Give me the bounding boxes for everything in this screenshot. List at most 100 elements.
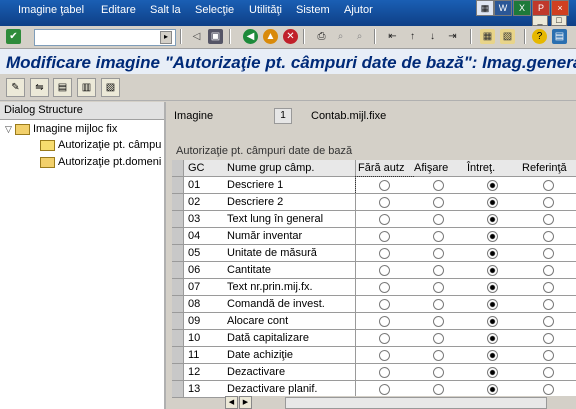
radio-button[interactable] [378,383,390,395]
radio-button[interactable] [433,247,444,259]
radio-button[interactable] [487,264,498,276]
radio-button[interactable] [378,213,390,225]
word-icon[interactable]: W [494,0,512,16]
radio-button[interactable] [433,196,444,208]
radio-button[interactable] [487,196,498,208]
radio-button[interactable] [378,315,390,327]
last-page-icon[interactable]: ⇥ [445,29,460,44]
row-select-button[interactable] [172,245,184,262]
display-change-icon[interactable]: ✎ [6,78,25,97]
row-select-button[interactable] [172,262,184,279]
radio-button[interactable] [542,281,554,293]
radio-button[interactable] [542,179,554,191]
radio-button[interactable] [378,264,390,276]
tree-node-root[interactable]: ▽ Imagine mijloc fix [5,123,117,135]
radio-button[interactable] [487,383,498,395]
radio-button[interactable] [542,315,554,327]
back-icon[interactable]: ◀ [243,29,258,44]
tree-node-autorizatie-campuri[interactable]: Autorizaţie pt. câmpu [40,139,161,151]
row-select-button[interactable] [172,296,184,313]
tree-node-autorizatie-domenii[interactable]: Autorizaţie pt.domeni [40,156,161,168]
radio-button[interactable] [433,264,444,276]
radio-button[interactable] [433,366,444,378]
radio-button[interactable] [378,196,390,208]
command-history-button[interactable]: ▸ [160,31,172,44]
back-arrow-icon[interactable]: ◁ [189,29,204,44]
minimize-icon[interactable]: _ [532,15,548,26]
close-window-icon[interactable]: × [551,0,569,16]
radio-button[interactable] [542,247,554,259]
row-select-button[interactable] [172,381,184,398]
row-select-button[interactable] [172,211,184,228]
radio-button[interactable] [487,213,498,225]
radio-button[interactable] [378,349,390,361]
radio-button[interactable] [378,332,390,344]
radio-button[interactable] [378,298,390,310]
row-select-button[interactable] [172,279,184,296]
deselect-all-icon[interactable]: ▧ [101,78,120,97]
scroll-thumb[interactable] [285,397,547,409]
radio-button[interactable] [487,179,498,191]
radio-button[interactable] [542,230,554,242]
excel-icon[interactable]: X [513,0,531,16]
col-header-fara-autz[interactable]: Fără autz [356,160,414,177]
collapse-icon[interactable]: ▽ [5,124,12,134]
radio-button[interactable] [433,298,444,310]
select-all-icon[interactable]: ▤ [53,78,72,97]
save-icon[interactable]: ▣ [208,29,223,44]
exit-icon[interactable]: ▲ [263,29,278,44]
layout-menu-icon[interactable]: ▤ [552,29,567,44]
radio-button[interactable] [542,366,554,378]
radio-button[interactable] [378,281,390,293]
col-header-gc[interactable]: GC [184,160,227,177]
col-header-afisare[interactable]: Afişare [412,160,467,177]
cancel-icon[interactable]: ✕ [283,29,298,44]
radio-button[interactable] [378,179,390,191]
radio-button[interactable] [542,196,554,208]
find-next-icon[interactable]: ⌕ [352,29,367,44]
help-icon[interactable]: ? [532,29,547,44]
radio-button[interactable] [542,349,554,361]
col-header-intret[interactable]: Întreţ. [465,160,522,177]
col-header-referinta[interactable]: Referinţă [520,160,576,177]
radio-button[interactable] [542,264,554,276]
menu-selectie[interactable]: Selecţie [195,4,234,16]
radio-button[interactable] [433,383,444,395]
radio-button[interactable] [433,315,444,327]
enter-icon[interactable]: ✔ [6,29,21,44]
shortcut-icon[interactable]: ▧ [500,29,515,44]
radio-button[interactable] [433,281,444,293]
powerpoint-icon[interactable]: P [532,0,550,16]
radio-button[interactable] [378,247,390,259]
select-block-icon[interactable]: ▥ [77,78,96,97]
row-select-button[interactable] [172,313,184,330]
radio-button[interactable] [487,349,498,361]
row-select-button[interactable] [172,347,184,364]
first-page-icon[interactable]: ⇤ [385,29,400,44]
radio-button[interactable] [487,247,498,259]
menu-editare[interactable]: Editare [101,4,136,16]
radio-button[interactable] [487,230,498,242]
horizontal-scrollbar[interactable]: ◀ ▶ [225,396,576,409]
radio-button[interactable] [542,383,554,395]
radio-button[interactable] [433,179,444,191]
radio-button[interactable] [433,230,444,242]
other-object-icon[interactable]: ⇋ [30,78,49,97]
radio-button[interactable] [487,298,498,310]
menu-utilitati[interactable]: Utilităţi [249,4,282,16]
radio-button[interactable] [433,349,444,361]
print-icon[interactable]: ⎙ [314,29,329,44]
row-select-button[interactable] [172,177,184,194]
next-page-icon[interactable]: ↓ [425,29,440,44]
radio-button[interactable] [487,281,498,293]
scroll-right-icon[interactable]: ▶ [239,396,252,409]
col-header-nume-grup[interactable]: Nume grup câmp. [223,160,356,177]
radio-button[interactable] [433,213,444,225]
row-select-button[interactable] [172,364,184,381]
menu-sistem[interactable]: Sistem [296,4,330,16]
previous-page-icon[interactable]: ↑ [405,29,420,44]
radio-button[interactable] [542,332,554,344]
radio-button[interactable] [433,332,444,344]
command-field[interactable] [34,29,176,46]
create-session-icon[interactable]: ▦ [480,29,495,44]
